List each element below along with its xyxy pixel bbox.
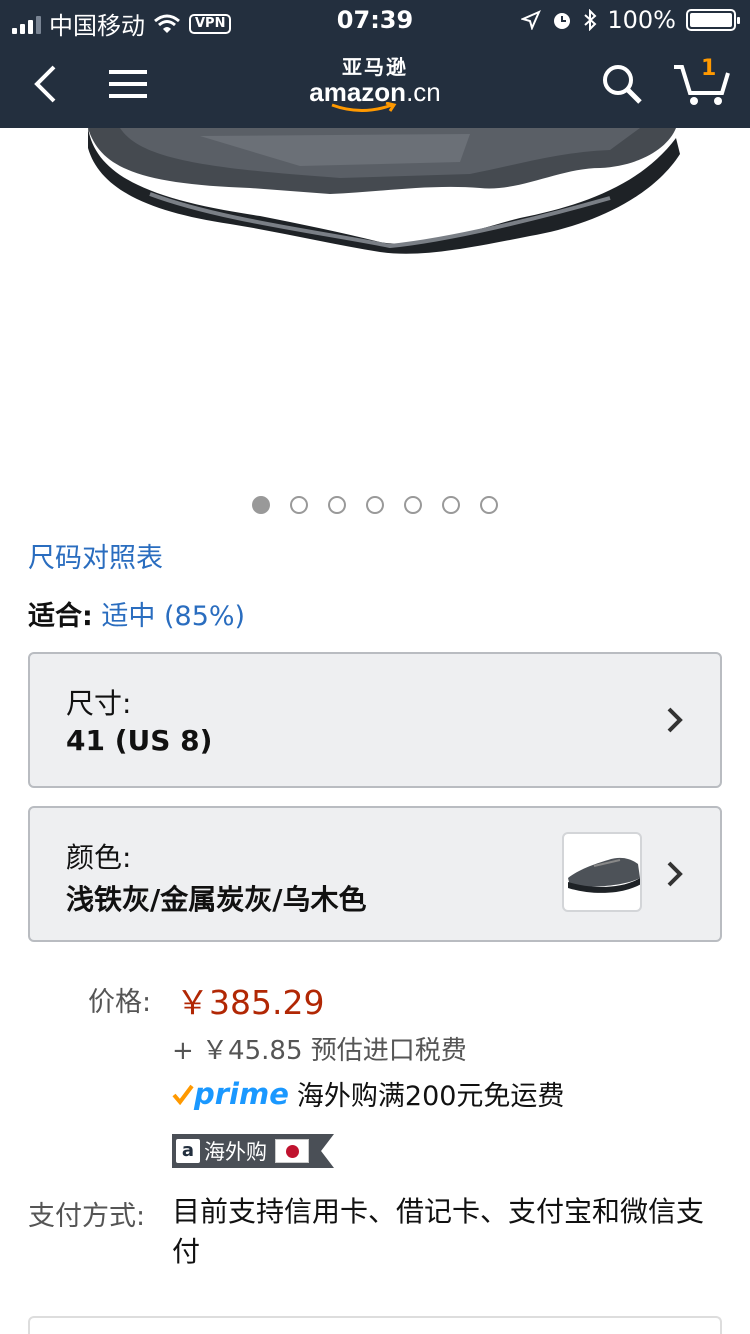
japan-flag-icon <box>275 1139 309 1163</box>
bluetooth-icon <box>584 9 597 31</box>
search-button[interactable] <box>592 40 652 128</box>
nav-bar: 亚马逊 amazon.cn 1 <box>0 40 750 128</box>
fit-row: 适合: 适中 (85%) <box>28 594 245 633</box>
size-chart-link[interactable]: 尺码对照表 <box>28 536 163 575</box>
fit-label: 适合: <box>28 601 93 632</box>
search-icon <box>603 65 642 104</box>
gallery-dot[interactable] <box>290 496 308 514</box>
logo-cn-text: 亚马逊 <box>342 55 408 79</box>
alarm-icon <box>554 13 571 29</box>
prime-shipping-row: prime 海外购满200元免运费 <box>172 1074 564 1113</box>
prime-logo: prime <box>172 1077 289 1111</box>
chevron-right-icon <box>667 861 683 887</box>
prime-shipping-note: 海外购满200元免运费 <box>296 1081 565 1112</box>
hamburger-icon <box>109 70 147 98</box>
shoe-image <box>88 128 680 254</box>
next-section-card <box>28 1316 722 1334</box>
color-selector-value: 浅铁灰/金属炭灰/乌木色 <box>66 883 367 916</box>
smile-arrow-icon <box>331 102 397 112</box>
gallery-dot[interactable] <box>366 496 384 514</box>
amazon-a-icon: a <box>176 1139 200 1163</box>
chevron-right-icon <box>667 707 683 733</box>
price-label: 价格: <box>88 987 152 1018</box>
payment-methods: 目前支持信用卡、借记卡、支付宝和微信支付 <box>172 1195 705 1268</box>
color-selector-title: 颜色: <box>66 841 132 874</box>
gallery-dot[interactable] <box>404 496 422 514</box>
size-selector-value: 41 (US 8) <box>66 724 213 757</box>
menu-button[interactable] <box>100 40 156 128</box>
gallery-dot[interactable] <box>252 496 270 514</box>
battery-icon <box>686 9 740 31</box>
payment-label: 支付方式: <box>28 1201 146 1232</box>
battery-percent: 100% <box>607 6 676 34</box>
size-selector[interactable]: 尺寸: 41 (US 8) <box>28 652 722 788</box>
size-selector-title: 尺寸: <box>66 687 132 720</box>
global-store-badge: a 海外购 <box>172 1134 334 1168</box>
prime-text: prime <box>194 1076 289 1111</box>
import-tax-estimate: + ￥45.85 预估进口税费 <box>172 1036 467 1066</box>
color-swatch-thumbnail <box>562 832 642 912</box>
back-button[interactable] <box>20 40 70 128</box>
global-store-badge-text: 海外购 <box>204 1140 267 1164</box>
price-value: ￥385.29 <box>176 983 325 1022</box>
fit-value-link[interactable]: 适中 (85%) <box>101 601 245 632</box>
chevron-left-icon <box>34 65 56 103</box>
gallery-dot[interactable] <box>442 496 460 514</box>
status-bar: 中国移动 VPN 07:39 100% <box>0 0 750 40</box>
gallery-dot[interactable] <box>328 496 346 514</box>
amazon-logo[interactable]: 亚马逊 amazon.cn <box>300 56 450 116</box>
gallery-dot[interactable] <box>480 496 498 514</box>
status-right: 100% <box>521 6 740 34</box>
color-selector[interactable]: 颜色: 浅铁灰/金属炭灰/乌木色 <box>28 806 722 942</box>
cart-count: 1 <box>701 56 717 81</box>
location-icon <box>521 10 542 30</box>
gallery-pagination <box>0 496 750 518</box>
product-image[interactable] <box>0 128 750 488</box>
shoe-thumbnail-image <box>568 857 640 893</box>
prime-check-icon <box>172 1084 194 1105</box>
cart-button[interactable]: 1 <box>666 40 736 128</box>
